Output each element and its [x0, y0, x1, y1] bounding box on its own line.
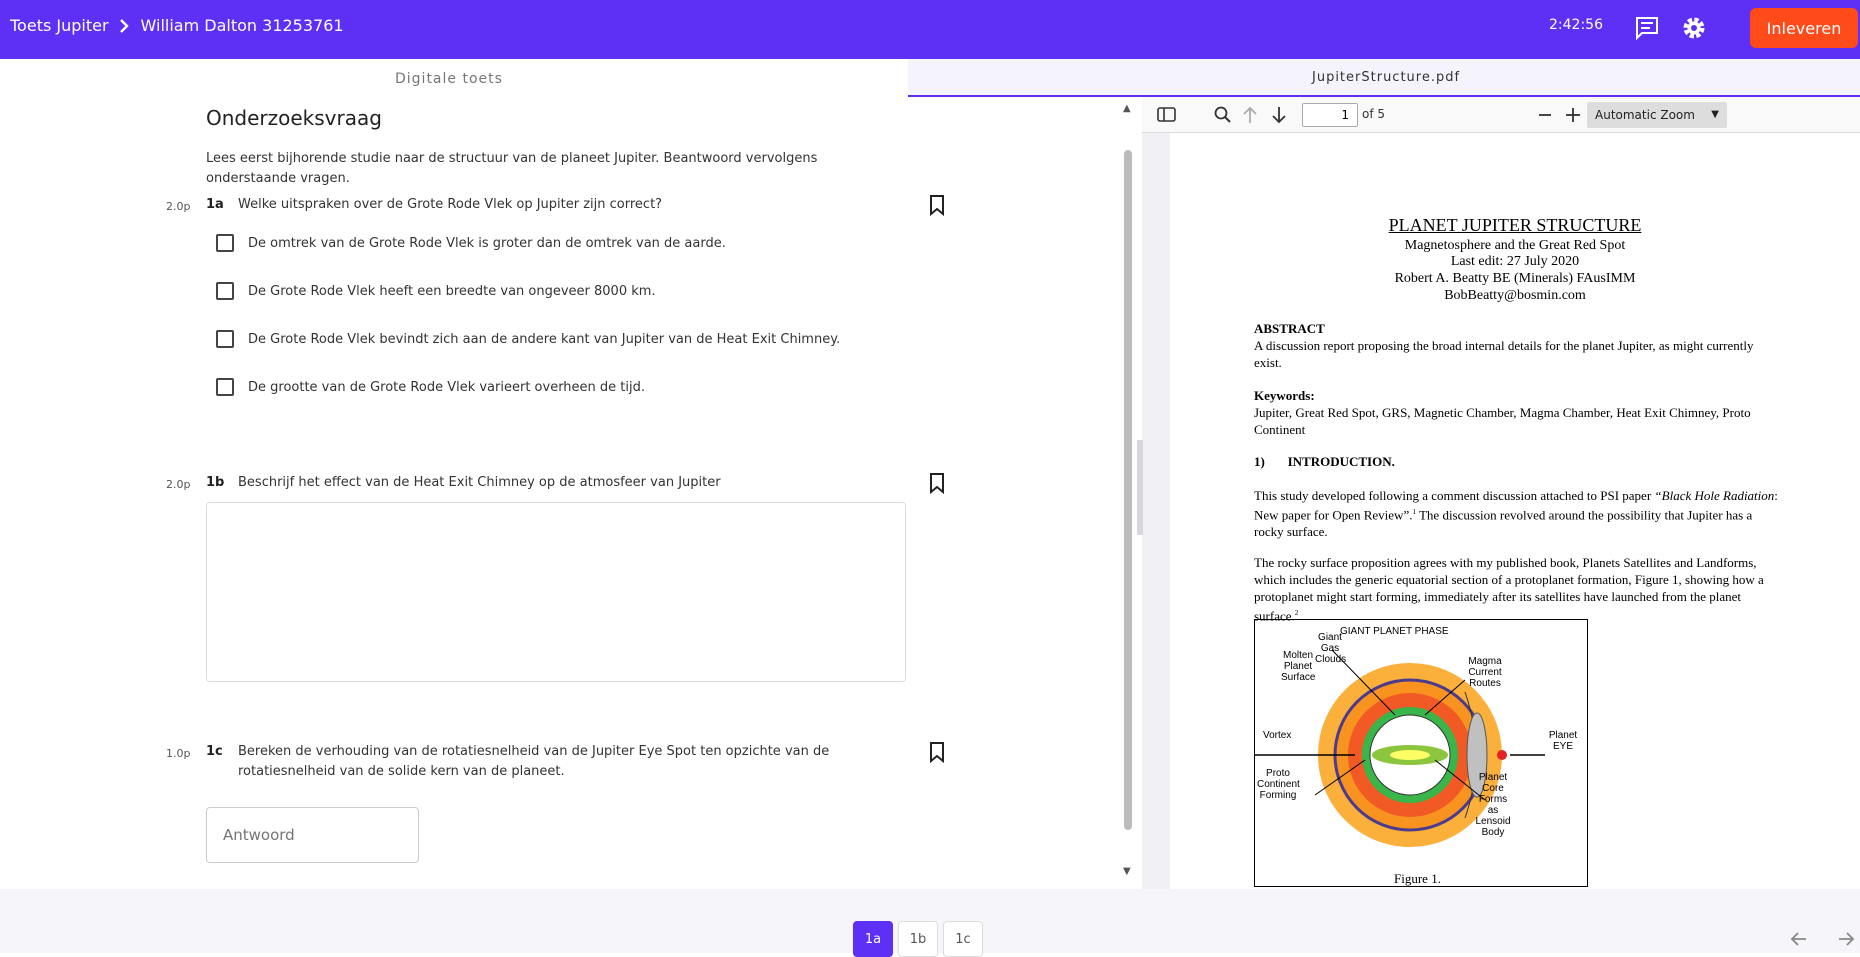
abstract-heading: ABSTRACT — [1254, 321, 1325, 336]
section-label: Digitale toets — [395, 71, 503, 87]
question-navigation: 1a 1b 1c — [0, 889, 1860, 957]
pdf-page: PLANET JUPITER STRUCTURE Magnetosphere a… — [1170, 133, 1860, 889]
figure-label: Planet EYE — [1548, 730, 1578, 752]
scroll-down-icon[interactable]: ▼ — [1123, 866, 1131, 877]
question-scrollbar[interactable]: ▲ ▼ — [1121, 100, 1135, 880]
arrow-up-icon[interactable] — [1239, 105, 1261, 125]
arrow-right-icon[interactable] — [1836, 929, 1856, 949]
breadcrumb: Toets Jupiter William Dalton 31253761 — [10, 16, 344, 35]
option-label: De Grote Rode Vlek bevindt zich aan de a… — [248, 331, 841, 347]
answer-option[interactable]: De Grote Rode Vlek heeft een breedte van… — [216, 281, 656, 301]
zoom-out-icon[interactable] — [1534, 105, 1556, 125]
page-title: Onderzoeksvraag — [206, 106, 382, 130]
figure-label: Proto Continent Forming — [1257, 768, 1300, 801]
checkbox[interactable] — [216, 378, 234, 396]
question-text: Welke uitspraken over de Grote Rode Vlek… — [238, 197, 663, 212]
breadcrumb-student: William Dalton 31253761 — [140, 16, 344, 35]
answer-option[interactable]: De Grote Rode Vlek bevindt zich aan de a… — [216, 329, 840, 349]
figure-title: GIANT PLANET PHASE — [1340, 626, 1449, 637]
top-bar: Toets Jupiter William Dalton 31253761 2:… — [0, 0, 1860, 59]
figure-caption: Figure 1. — [1394, 871, 1441, 886]
zoom-in-icon[interactable] — [1562, 105, 1584, 125]
answer-option[interactable]: De omtrek van de Grote Rode Vlek is grot… — [216, 233, 726, 253]
bookmark-icon[interactable] — [927, 472, 947, 494]
pane-resize-handle[interactable] — [1137, 440, 1143, 535]
arrow-down-icon[interactable] — [1268, 105, 1290, 125]
pdf-title: PLANET JUPITER STRUCTURE — [1388, 215, 1642, 235]
pdf-toolbar: of 5 Automatic Zoom ▼ — [1142, 97, 1860, 133]
question-pane: Digitale toets Onderzoeksvraag Lees eers… — [0, 59, 1125, 889]
figure-label: Molten Planet Surface — [1281, 650, 1316, 683]
timer: 2:42:56 — [1549, 17, 1603, 33]
figure-1: GIANT PLANET PHASE Giant Gas Clouds Molt… — [1254, 619, 1588, 887]
option-label: De Grote Rode Vlek heeft een breedte van… — [248, 283, 656, 299]
scrollbar-thumb[interactable] — [1124, 150, 1132, 830]
arrow-left-icon[interactable] — [1789, 929, 1809, 949]
abstract-text: A discussion report proposing the broad … — [1254, 338, 1754, 370]
intro-paragraph-2: The rocky surface proposition agrees wit… — [1254, 555, 1764, 624]
question-text: Bereken de verhouding van de rotatiesnel… — [238, 744, 830, 779]
chevron-down-icon: ▼ — [1711, 109, 1719, 120]
question-tab-1b[interactable]: 1b — [898, 921, 938, 957]
figure-label: Planet Core Forms as Lensoid Body — [1475, 772, 1511, 838]
pdf-edit-date: Last edit: 27 July 2020 — [1450, 254, 1580, 269]
intro-paragraph-1: This study developed following a comment… — [1254, 488, 1778, 540]
keywords-text: Jupiter, Great Red Spot, GRS, Magnetic C… — [1254, 405, 1751, 437]
question-number: 1a — [206, 197, 224, 212]
figure-label: Vortex — [1263, 730, 1292, 741]
pdf-author: Robert A. Beatty BE (Minerals) FAusIMM — [1394, 271, 1636, 286]
zoom-select-value: Automatic Zoom — [1595, 108, 1695, 122]
question-number: 1b — [206, 475, 225, 490]
zoom-select[interactable]: Automatic Zoom ▼ — [1587, 102, 1727, 128]
scroll-up-icon[interactable]: ▲ — [1123, 103, 1131, 114]
answer-option[interactable]: De grootte van de Grote Rode Vlek variee… — [216, 377, 645, 397]
page-number-input[interactable] — [1302, 103, 1358, 127]
checkbox[interactable] — [216, 234, 234, 252]
breadcrumb-test-name[interactable]: Toets Jupiter — [10, 16, 109, 35]
chat-icon[interactable] — [1633, 14, 1661, 42]
pdf-tab-header: JupiterStructure.pdf — [908, 59, 1860, 97]
bookmark-icon[interactable] — [927, 741, 947, 763]
pdf-subtitle: Magnetosphere and the Great Red Spot — [1404, 238, 1626, 253]
pdf-gutter — [1142, 133, 1170, 889]
keywords-heading: Keywords: — [1254, 388, 1315, 403]
option-label: De grootte van de Grote Rode Vlek variee… — [248, 379, 646, 395]
figure-label: Magma Current Routes — [1468, 656, 1502, 689]
answer-input[interactable] — [206, 807, 419, 863]
question-points: 1.0p — [166, 747, 191, 760]
question-number: 1c — [206, 744, 223, 759]
page-total: of 5 — [1362, 107, 1386, 121]
figure-label: Giant Gas Clouds — [1315, 632, 1347, 665]
question-tab-1a[interactable]: 1a — [853, 921, 893, 957]
search-icon[interactable] — [1212, 105, 1234, 125]
question-tab-1c[interactable]: 1c — [943, 921, 983, 957]
pdf-viewer[interactable]: PLANET JUPITER STRUCTURE Magnetosphere a… — [1170, 133, 1860, 889]
option-label: De omtrek van de Grote Rode Vlek is grot… — [248, 235, 726, 251]
checkbox[interactable] — [216, 282, 234, 300]
gear-icon[interactable] — [1680, 14, 1708, 42]
intro-text: Lees eerst bijhorende studie naar de str… — [206, 151, 818, 186]
question-text: Beschrijf het effect van de Heat Exit Ch… — [238, 475, 721, 490]
question-points: 2.0p — [166, 478, 191, 491]
bookmark-icon[interactable] — [927, 194, 947, 216]
sidebar-toggle-icon[interactable] — [1156, 105, 1178, 125]
checkbox[interactable] — [216, 330, 234, 348]
chevron-right-icon — [119, 18, 129, 33]
introduction-heading: 1) INTRODUCTION. — [1254, 454, 1395, 469]
answer-textarea[interactable] — [206, 502, 906, 682]
submit-button[interactable]: Inleveren — [1750, 8, 1858, 48]
pdf-email: BobBeatty@bosmin.com — [1444, 288, 1586, 303]
question-points: 2.0p — [166, 200, 191, 213]
pdf-filename: JupiterStructure.pdf — [1312, 70, 1461, 85]
